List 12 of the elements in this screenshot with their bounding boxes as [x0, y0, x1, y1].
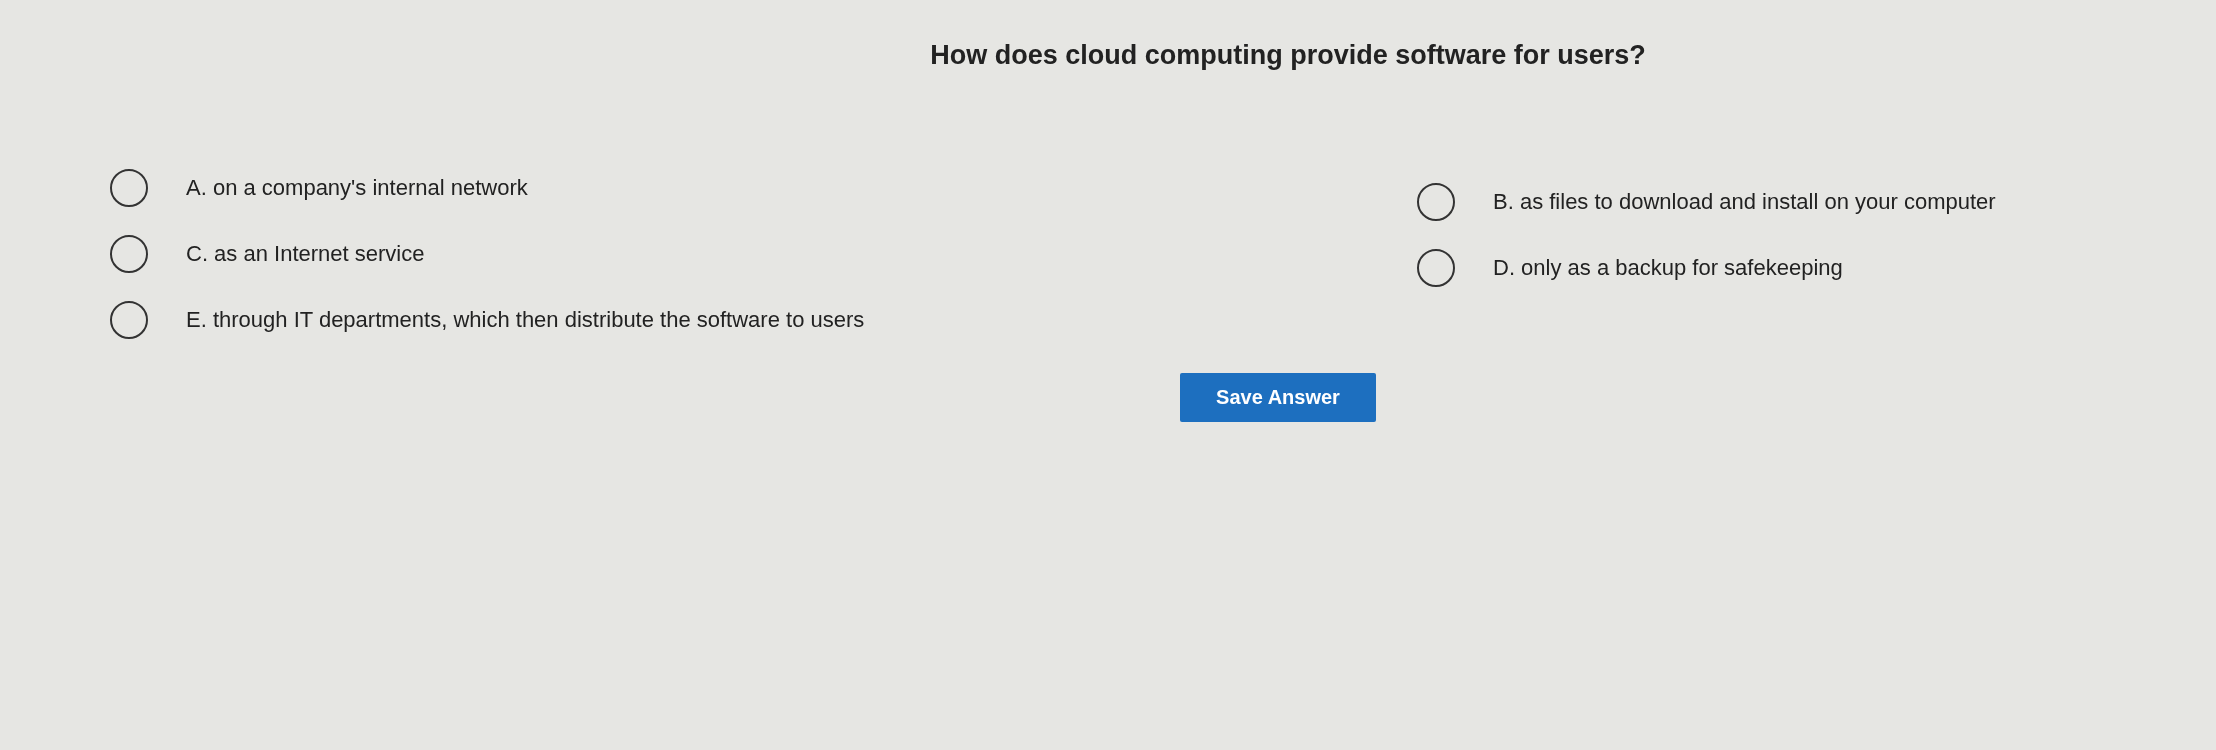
option-label: C. as an Internet service: [186, 241, 425, 267]
save-answer-button[interactable]: Save Answer: [1180, 373, 1376, 422]
radio-button[interactable]: [1417, 183, 1455, 221]
radio-button[interactable]: [110, 169, 148, 207]
option-label: A. on a company's internal network: [186, 175, 528, 201]
option-label: B. as files to download and install on your computer: [1493, 189, 1996, 215]
option-label: E. through IT departments, which then distribute the software to users: [186, 307, 865, 333]
radio-button[interactable]: [110, 301, 148, 339]
radio-button[interactable]: [110, 235, 148, 273]
option-label: D. only as a backup for safekeeping: [1493, 255, 1843, 281]
question-text: How does cloud computing provide software for users?: [929, 40, 1647, 71]
radio-button[interactable]: [1417, 249, 1455, 287]
